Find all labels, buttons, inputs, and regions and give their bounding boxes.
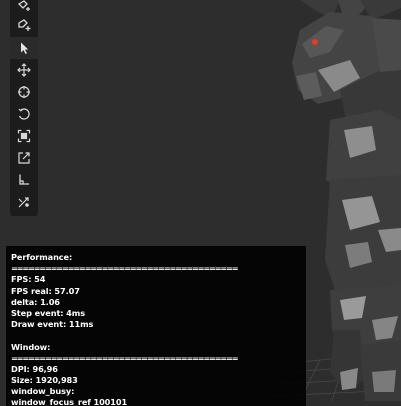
delta-readout: delta: 1.06	[11, 296, 60, 307]
draw-event-readout: Draw event: 11ms	[11, 319, 94, 330]
add-shape-icon	[18, 19, 31, 31]
performance-heading: Performance:	[11, 252, 73, 262]
random-icon	[18, 197, 29, 208]
rotate-tool[interactable]	[10, 103, 38, 125]
size-readout: Size: 1920,983	[11, 375, 78, 386]
fps-readout: FPS: 54	[11, 274, 46, 285]
window-heading: Window:	[11, 341, 51, 352]
scale-icon	[17, 129, 31, 143]
target-icon	[18, 86, 30, 98]
export-tool[interactable]	[10, 147, 38, 169]
add-shape-tool[interactable]	[10, 14, 38, 36]
target-tool[interactable]	[10, 81, 38, 103]
random-tool[interactable]	[10, 191, 38, 213]
rotate-icon	[18, 108, 30, 120]
select-tool[interactable]	[10, 37, 38, 59]
export-icon	[18, 152, 30, 164]
fps-real-readout: FPS real: 57.07	[11, 285, 80, 296]
step-event-readout: Step event: 4ms	[11, 307, 85, 318]
scale-tool[interactable]	[10, 125, 38, 147]
window-busy-readout: window_busy:	[11, 386, 75, 397]
dpi-readout: DPI: 96,96	[11, 363, 58, 374]
bone-tool[interactable]	[10, 169, 38, 191]
select-cursor-icon	[21, 42, 29, 54]
tool-palette	[10, 0, 38, 216]
add-point-icon	[17, 0, 30, 11]
bone-icon	[19, 174, 29, 185]
window-separator: ========================================	[11, 352, 239, 363]
debug-overlay-panel: Performance: ===========================…	[6, 246, 306, 406]
performance-separator: ========================================	[11, 263, 239, 274]
move-icon	[17, 63, 31, 77]
window-focus-readout: window_focus_ref 100101	[11, 397, 128, 406]
voxel-creature-model[interactable]	[292, 0, 401, 401]
move-tool[interactable]	[10, 59, 38, 81]
